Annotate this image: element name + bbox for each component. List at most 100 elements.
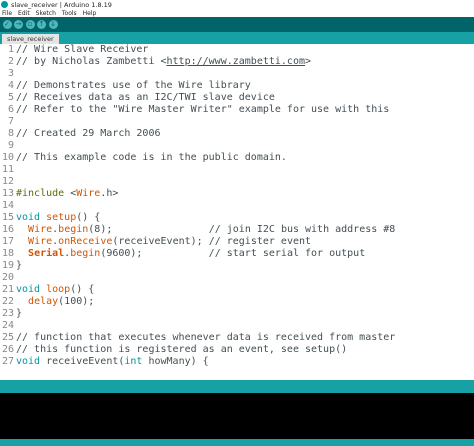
code-token: delay: [28, 296, 59, 307]
line-number: 15: [1, 212, 14, 223]
code-text: // function that executes whenever data …: [16, 332, 395, 343]
menu-tools[interactable]: Tools: [62, 10, 77, 17]
line-number: 20: [1, 272, 14, 283]
code-token: // This example code is in the public do…: [16, 152, 287, 163]
code-token: .h>: [100, 188, 119, 199]
line-number: 17: [1, 236, 14, 247]
verify-button[interactable]: ✓: [2, 20, 12, 29]
line-number: 19: [1, 260, 14, 271]
menu-sketch[interactable]: Sketch: [36, 10, 56, 17]
code-text: // This example code is in the public do…: [16, 152, 287, 163]
code-text: Wire.begin(8); // join I2C bus with addr…: [16, 224, 395, 235]
line-number: 6: [7, 104, 14, 115]
status-bar: [0, 380, 474, 393]
open-button[interactable]: ↑: [37, 20, 46, 29]
line-number: 22: [1, 296, 14, 307]
code-line: 2// by Nicholas Zambetti <http://www.zam…: [0, 56, 311, 68]
console-output[interactable]: [0, 393, 474, 439]
title-bar: slave_receiver | Arduino 1.8.19: [0, 0, 474, 9]
code-text: void receiveEvent(int howMany) {: [16, 356, 209, 367]
code-line: 19}: [0, 260, 22, 272]
code-token: () {: [76, 212, 101, 223]
line-number: 4: [7, 80, 14, 91]
line-number: 2: [7, 56, 14, 67]
line-number: 11: [1, 164, 14, 175]
window-title: slave_receiver | Arduino 1.8.19: [11, 0, 112, 9]
code-token: void: [16, 284, 41, 295]
new-button[interactable]: ▫: [25, 20, 35, 29]
arrow-up-icon: ↑: [38, 20, 45, 28]
code-text: Serial.begin(9600); // start serial for …: [16, 248, 365, 259]
code-text: delay(100);: [16, 296, 94, 307]
code-token: onReceive: [58, 236, 113, 247]
menu-edit[interactable]: Edit: [18, 10, 30, 17]
code-token: setup: [46, 212, 77, 223]
code-token: http://www.zambetti.com: [166, 56, 305, 67]
menu-file[interactable]: File: [2, 10, 12, 17]
line-number: 9: [7, 140, 14, 151]
code-text: }: [16, 260, 22, 271]
code-token: // function that executes whenever data …: [16, 332, 396, 343]
code-token: // by Nicholas Zambetti <: [16, 56, 167, 67]
line-number: 8: [7, 128, 14, 139]
code-line: 4// Demonstrates use of the Wire library: [0, 80, 251, 92]
code-line: 21 void loop() {: [0, 284, 94, 296]
line-number: 25: [1, 332, 14, 343]
checkmark-icon: ✓: [4, 20, 10, 28]
code-token: void: [16, 212, 41, 223]
code-token: (8); // join I2C bus with address #8: [88, 224, 396, 235]
code-text: // by Nicholas Zambetti <http://www.zamb…: [16, 56, 311, 67]
code-line: 16 Wire.begin(8); // join I2C bus with a…: [0, 224, 395, 236]
code-line: 11: [0, 164, 16, 176]
line-number: 13: [1, 188, 14, 199]
line-number: 7: [7, 116, 14, 127]
code-token: // Demonstrates use of the Wire library: [16, 80, 251, 91]
code-text: // this function is registered as an eve…: [16, 344, 347, 355]
code-text: #include <Wire.h>: [16, 188, 118, 199]
line-number: 26: [1, 344, 14, 355]
code-token: Wire: [28, 236, 53, 247]
code-token: (receiveEvent); // register event: [112, 236, 312, 247]
code-token: // Wire Slave Receiver: [16, 44, 149, 55]
code-token: (100);: [58, 296, 95, 307]
tab-slave-receiver[interactable]: slave_receiver: [2, 34, 59, 44]
code-text: }: [16, 308, 22, 319]
code-line: 12: [0, 176, 16, 188]
code-token: begin: [70, 248, 101, 259]
line-number: 14: [1, 200, 14, 211]
code-token: (9600); // start serial for output: [100, 248, 366, 259]
code-token: void: [16, 356, 41, 367]
menu-help[interactable]: Help: [83, 10, 97, 17]
line-number: 21: [1, 284, 14, 295]
code-token: // Created 29 March 2006: [16, 128, 161, 139]
code-line: 9: [0, 140, 16, 152]
code-text: // Wire Slave Receiver: [16, 44, 148, 55]
code-line: 15 void setup() {: [0, 212, 100, 224]
code-line: 3: [0, 68, 16, 80]
code-line: 14: [0, 200, 16, 212]
save-button[interactable]: ↓: [48, 20, 58, 29]
code-token: Serial: [28, 248, 65, 259]
code-line: 24: [0, 320, 16, 332]
code-token: >: [305, 56, 312, 67]
code-line: 5// Receives data as an I2C/TWI slave de…: [0, 92, 275, 104]
code-editor[interactable]: 1// Wire Slave Receiver 2// by Nicholas Z…: [0, 44, 474, 380]
code-token: Wire: [76, 188, 101, 199]
upload-button[interactable]: →: [14, 20, 23, 29]
code-line: 18 Serial.begin(9600); // start serial f…: [0, 248, 365, 260]
code-text: Wire.onReceive(receiveEvent); // registe…: [16, 236, 311, 247]
code-token: Wire: [28, 224, 53, 235]
code-line: 6// Refer to the "Wire Master Writer" ex…: [0, 104, 389, 116]
code-text: // Demonstrates use of the Wire library: [16, 80, 251, 91]
line-number: 10: [1, 152, 14, 163]
code-line: 13 #include <Wire.h>: [0, 188, 118, 200]
line-number: 12: [1, 176, 14, 187]
code-token: receiveEvent(: [40, 356, 125, 367]
code-token: int: [124, 356, 143, 367]
code-token: // Receives data as an I2C/TWI slave dev…: [16, 92, 275, 103]
code-token: }: [16, 260, 23, 271]
